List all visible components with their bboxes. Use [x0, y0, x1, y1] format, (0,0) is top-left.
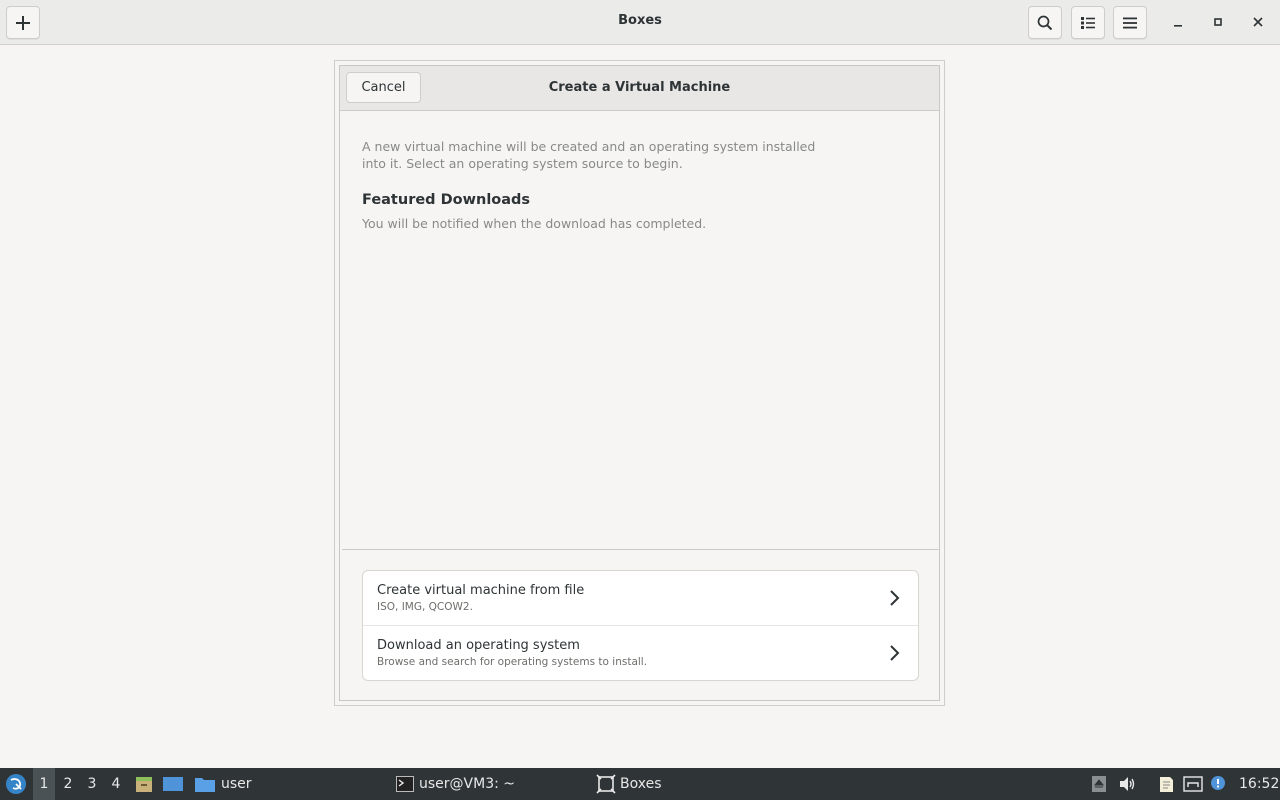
file-manager-launcher[interactable]	[133, 768, 155, 800]
taskbar-terminal-label: user@VM3: ~	[419, 776, 515, 792]
desktop-icon	[163, 777, 183, 791]
start-menu-button[interactable]	[4, 768, 28, 800]
option-subtitle: ISO, IMG, QCOW2.	[377, 601, 473, 613]
chevron-right-icon	[890, 645, 900, 661]
taskbar-folder-label: user	[221, 776, 252, 792]
archive-icon	[136, 777, 152, 792]
dialog-header: Cancel Create a Virtual Machine	[340, 66, 939, 111]
chevron-right-icon	[890, 590, 900, 606]
tray-volume[interactable]	[1118, 768, 1138, 800]
header-bar: Boxes	[0, 0, 1280, 45]
maximize-button[interactable]	[1208, 12, 1228, 32]
create-from-file-option[interactable]: Create virtual machine from file ISO, IM…	[363, 571, 918, 626]
network-icon	[1183, 776, 1203, 792]
dialog-frame: Cancel Create a Virtual Machine A new vi…	[334, 60, 945, 706]
taskbar-boxes-label: Boxes	[620, 776, 662, 792]
workspace-3[interactable]: 3	[81, 768, 103, 800]
tray-eject[interactable]	[1090, 768, 1108, 800]
hamburger-menu-icon	[1123, 17, 1137, 28]
intro-text: A new virtual machine will be created an…	[362, 138, 862, 172]
list-view-icon	[1081, 16, 1095, 29]
eject-icon	[1092, 776, 1106, 792]
workspace-1[interactable]: 1	[33, 768, 55, 800]
taskbar-boxes[interactable]: Boxes	[596, 768, 676, 800]
tray-network[interactable]	[1182, 768, 1204, 800]
taskbar: 1 2 3 4 user user@VM3: ~ Boxes 16:52	[0, 768, 1280, 800]
option-title: Download an operating system	[377, 638, 580, 653]
tray-notifications[interactable]	[1208, 768, 1228, 800]
search-button[interactable]	[1028, 6, 1062, 39]
clock[interactable]: 16:52	[1239, 768, 1279, 800]
featured-downloads-heading: Featured Downloads	[362, 192, 531, 208]
taskbar-terminal[interactable]: user@VM3: ~	[396, 768, 526, 800]
featured-downloads-note: You will be notified when the download h…	[362, 216, 707, 231]
notification-icon	[1211, 776, 1225, 790]
intro-line-1: A new virtual machine will be created an…	[362, 139, 816, 154]
taskbar-folder-user[interactable]: user	[194, 768, 254, 800]
create-vm-dialog: Cancel Create a Virtual Machine A new vi…	[339, 65, 940, 701]
terminal-icon	[396, 776, 414, 792]
minimize-icon	[1174, 25, 1182, 27]
workspace-4[interactable]: 4	[105, 768, 127, 800]
tray-clipboard[interactable]	[1155, 768, 1177, 800]
workspace-2[interactable]: 2	[57, 768, 79, 800]
maximize-icon	[1214, 18, 1222, 26]
main-menu-button[interactable]	[1113, 6, 1147, 39]
list-view-button[interactable]	[1071, 6, 1105, 39]
distro-logo-icon	[6, 774, 26, 794]
source-options-list: Create virtual machine from file ISO, IM…	[362, 570, 919, 681]
clipboard-icon	[1160, 777, 1173, 792]
volume-icon	[1120, 777, 1135, 791]
close-button[interactable]	[1248, 12, 1268, 32]
option-subtitle: Browse and search for operating systems …	[377, 656, 648, 668]
search-icon	[1037, 15, 1053, 30]
minimize-button[interactable]	[1168, 12, 1188, 32]
dialog-title: Create a Virtual Machine	[548, 80, 731, 95]
intro-line-2: into it. Select an operating system sour…	[362, 156, 683, 171]
download-os-option[interactable]: Download an operating system Browse and …	[363, 626, 918, 681]
folder-icon	[195, 778, 215, 792]
close-icon	[1253, 17, 1263, 27]
boxes-app-icon	[596, 774, 616, 794]
show-desktop-button[interactable]	[161, 768, 185, 800]
option-title: Create virtual machine from file	[377, 583, 585, 598]
divider	[342, 549, 939, 550]
